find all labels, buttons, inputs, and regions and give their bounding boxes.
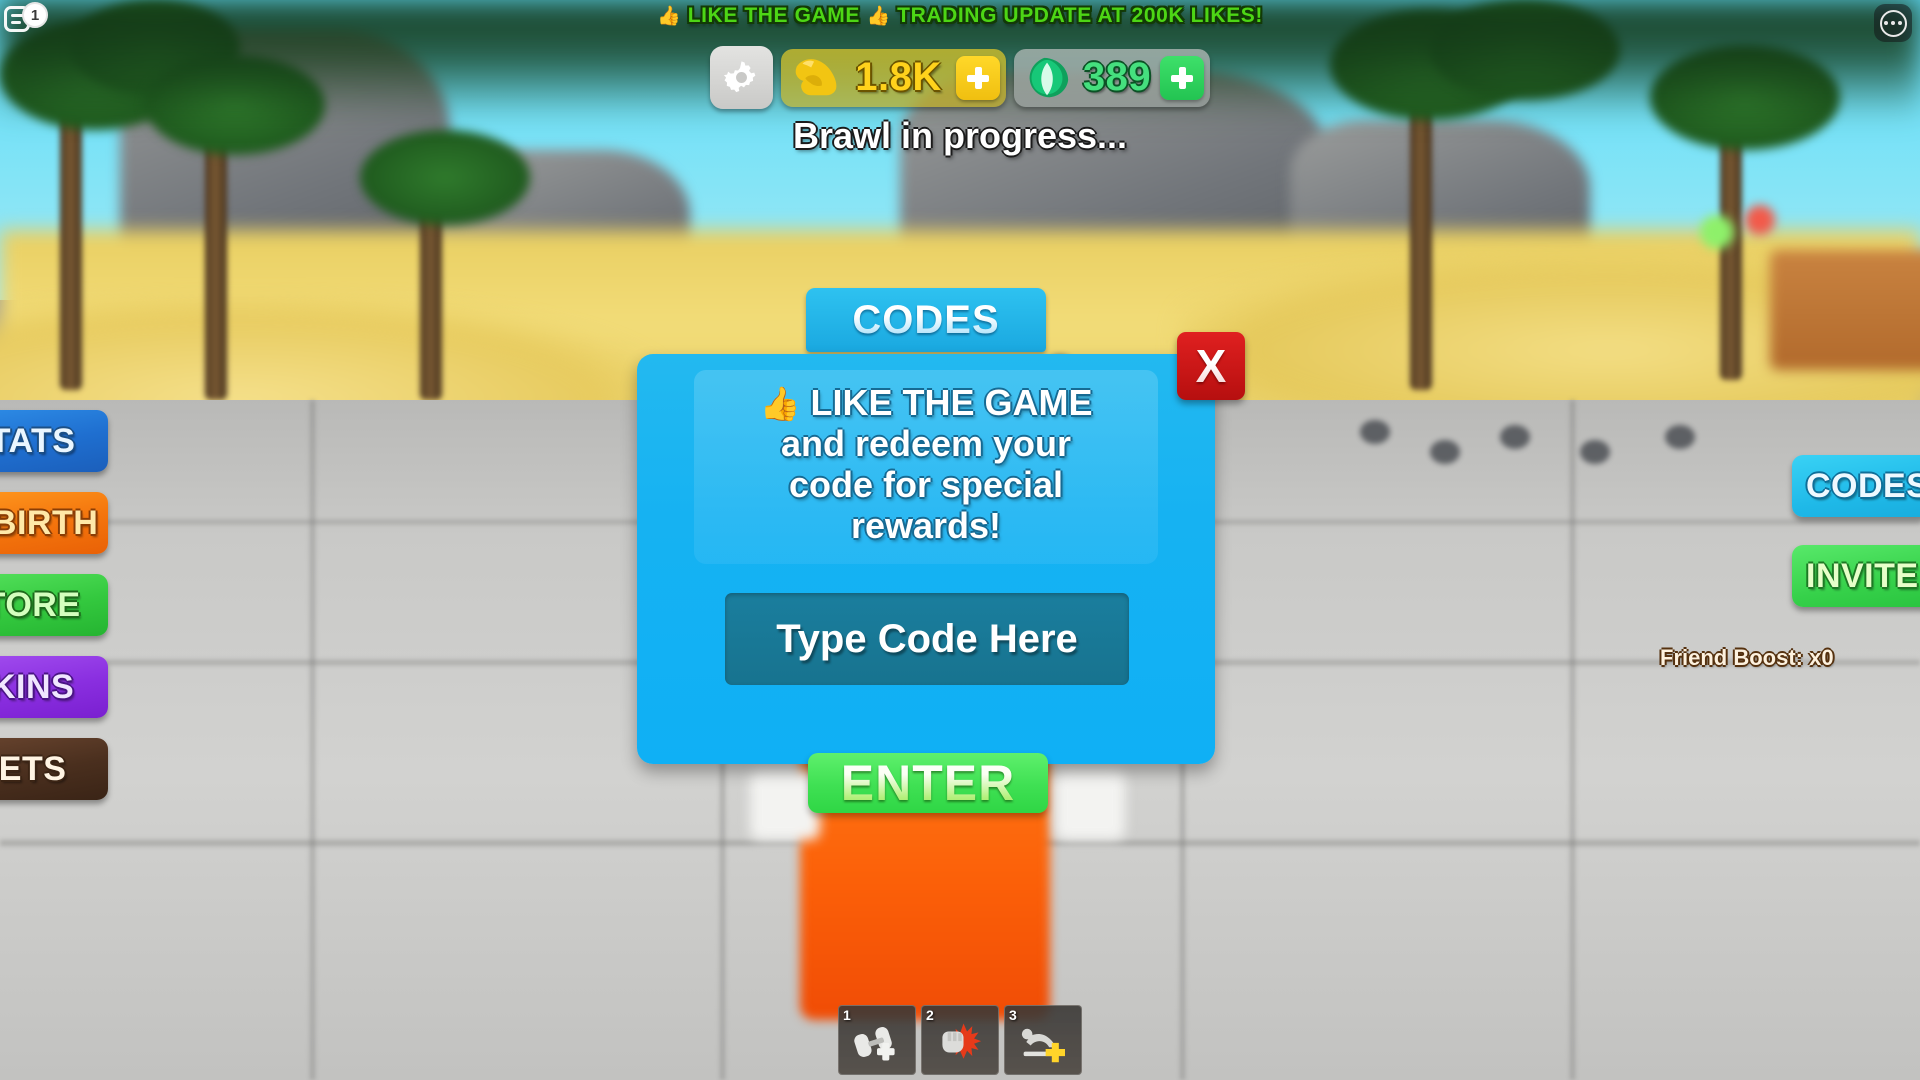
codes-message-line4: rewards! (850, 505, 1002, 547)
code-input-placeholder: Type Code Here (776, 616, 1078, 661)
close-icon: X (1195, 340, 1227, 392)
dumbbell-weights-icon (845, 1016, 909, 1068)
code-input[interactable]: Type Code Here (725, 593, 1129, 685)
codes-message-line2: and redeem your (780, 423, 1072, 465)
codes-message-line3: code for special (788, 464, 1064, 506)
hotbar-slot-2[interactable]: 2 (921, 1005, 999, 1075)
close-button[interactable]: X (1177, 332, 1245, 400)
punch-impact-icon (928, 1016, 992, 1068)
thumbs-up-icon: 👍 (759, 385, 801, 422)
hotbar-slot-1[interactable]: 1 (838, 1005, 916, 1075)
hotbar-slot-3[interactable]: 3 (1004, 1005, 1082, 1075)
enter-button[interactable]: ENTER (808, 753, 1048, 813)
codes-dialog: CODES 👍 LIKE THE GAME and redeem your co… (0, 0, 1920, 1080)
codes-dialog-title: CODES (806, 288, 1046, 352)
codes-message-line1: LIKE THE GAME (810, 382, 1093, 423)
codes-message: 👍 LIKE THE GAME and redeem your code for… (694, 370, 1158, 565)
hotbar: 1 2 3 (0, 1005, 1920, 1075)
enter-button-label: ENTER (840, 755, 1016, 811)
codes-dialog-panel: 👍 LIKE THE GAME and redeem your code for… (637, 354, 1215, 764)
codes-title-text: CODES (852, 297, 1000, 342)
pushup-boost-icon (1011, 1016, 1075, 1068)
